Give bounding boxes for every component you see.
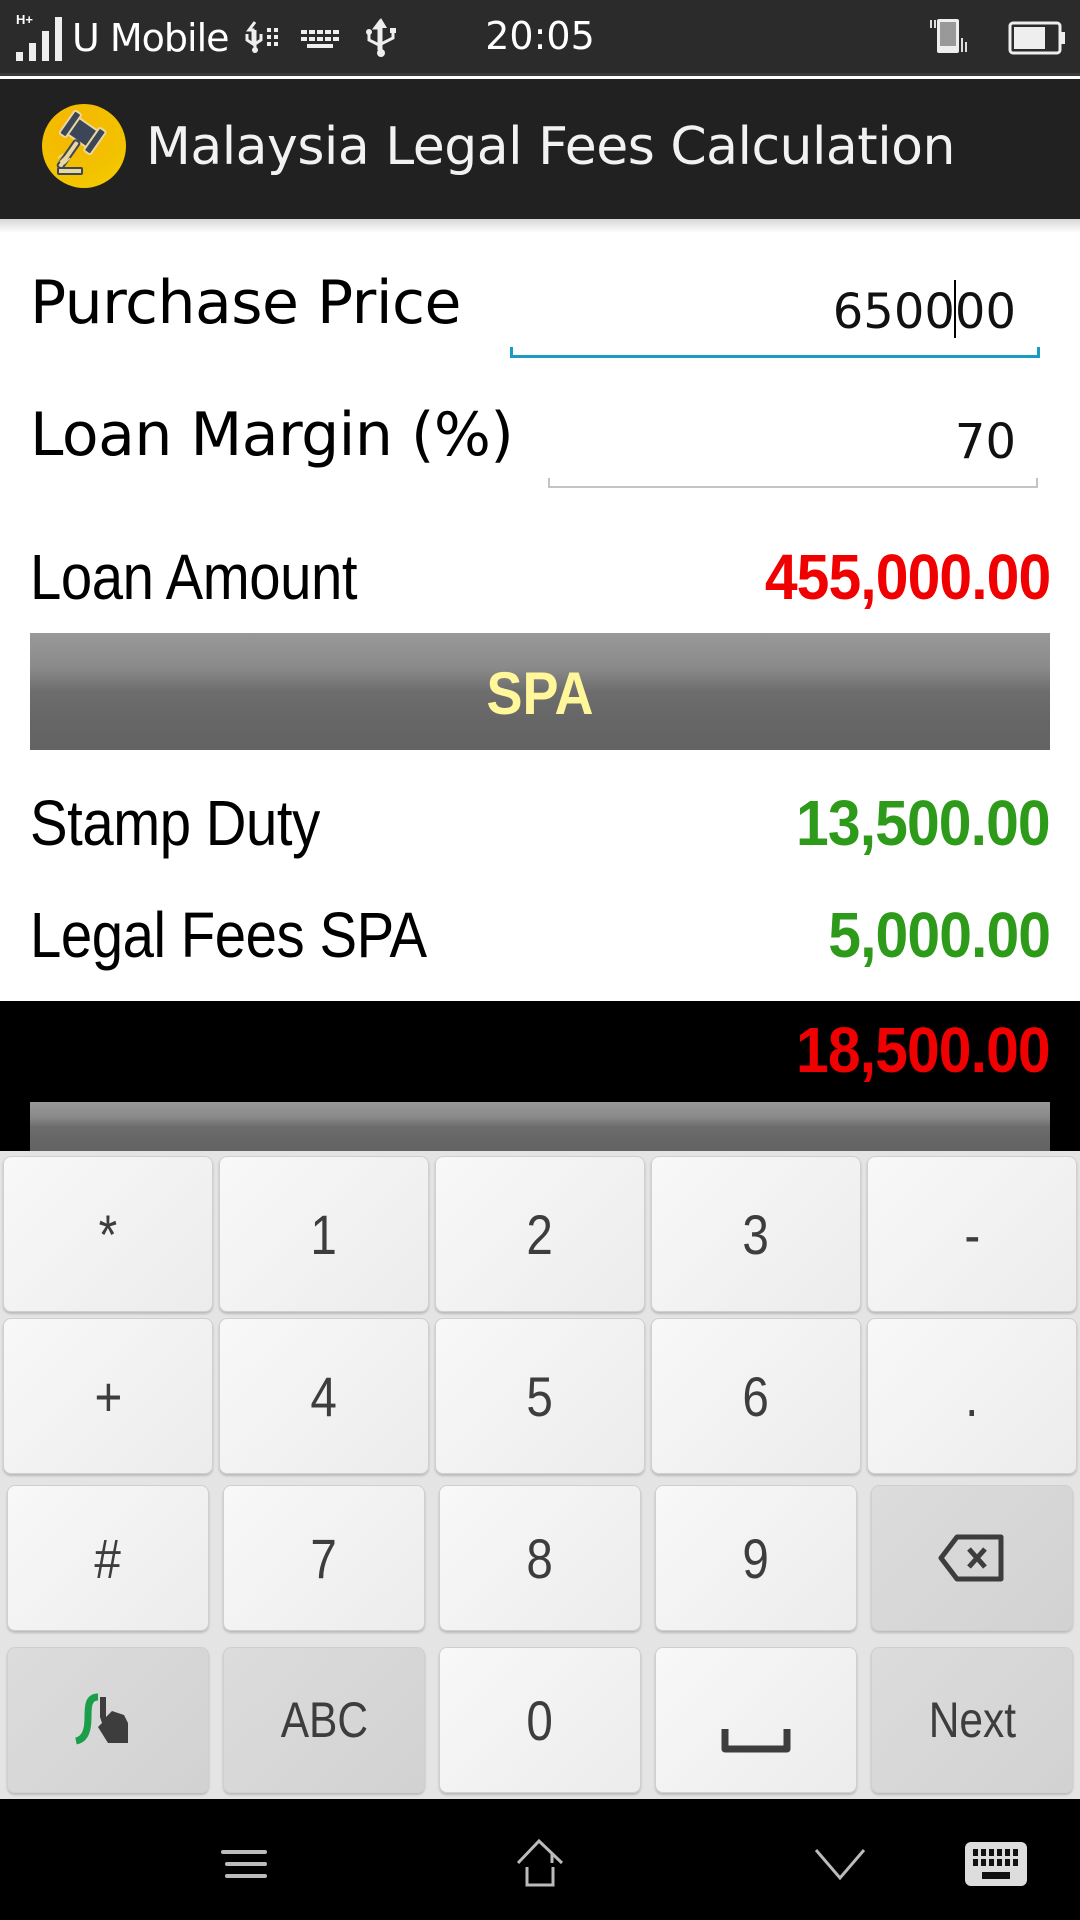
vibrate-icon — [930, 19, 967, 53]
app-bar-shadow — [0, 219, 1080, 233]
input-underline — [548, 478, 1038, 488]
key-minus[interactable]: - — [867, 1156, 1077, 1312]
status-right — [928, 0, 1066, 76]
next-section-header — [30, 1102, 1050, 1151]
purchase-price-input[interactable]: 650000 — [510, 276, 1040, 358]
numeric-keyboard: * 1 2 3 - + 4 5 6 . # 7 8 9 ABC 0 Next — [0, 1151, 1080, 1799]
spa-total-value: 18,500.00 — [796, 1014, 1051, 1086]
home-button[interactable] — [500, 1829, 580, 1899]
app-bar: Malaysia Legal Fees Calculation — [0, 79, 1080, 219]
key-1[interactable]: 1 — [219, 1156, 429, 1312]
spa-total-band: 18,500.00 — [0, 1001, 1080, 1151]
space-bar-icon — [721, 1729, 791, 1753]
swype-icon — [74, 1693, 128, 1745]
home-icon — [516, 1839, 564, 1887]
backspace-icon — [938, 1534, 1004, 1582]
loan-amount-label: Loan Amount — [30, 541, 358, 613]
carrier-name: U Mobile — [72, 16, 230, 60]
key-9[interactable]: 9 — [655, 1485, 857, 1631]
input-underline-focused — [510, 347, 1040, 358]
keyboard-switch-icon — [965, 1842, 1027, 1886]
stamp-duty-value: 13,500.00 — [796, 787, 1051, 859]
hide-keyboard-button[interactable] — [800, 1829, 880, 1899]
key-0[interactable]: 0 — [439, 1647, 641, 1793]
key-plus[interactable]: + — [3, 1318, 213, 1474]
battery-icon — [1008, 21, 1065, 55]
key-2[interactable]: 2 — [435, 1156, 645, 1312]
key-7[interactable]: 7 — [223, 1485, 425, 1631]
key-6[interactable]: 6 — [651, 1318, 861, 1474]
purchase-price-value: 650000 — [833, 280, 1016, 340]
key-8[interactable]: 8 — [439, 1485, 641, 1631]
legal-fees-spa-label: Legal Fees SPA — [30, 899, 427, 971]
key-period[interactable]: . — [867, 1318, 1077, 1474]
key-space[interactable] — [655, 1647, 857, 1793]
navigation-bar — [0, 1799, 1080, 1920]
key-asterisk[interactable]: * — [3, 1156, 213, 1312]
key-5[interactable]: 5 — [435, 1318, 645, 1474]
status-left: H+ U Mobile — [16, 0, 401, 76]
key-4[interactable]: 4 — [219, 1318, 429, 1474]
loan-amount-value: 455,000.00 — [764, 541, 1051, 613]
key-abc[interactable]: ABC — [223, 1647, 425, 1793]
key-3[interactable]: 3 — [651, 1156, 861, 1312]
app-title: Malaysia Legal Fees Calculation — [146, 117, 955, 177]
gavel-icon — [42, 104, 126, 188]
hide-keyboard-icon — [814, 1849, 866, 1881]
spa-section-title: SPA — [486, 660, 594, 727]
network-type: H+ — [16, 12, 33, 27]
key-hash[interactable]: # — [7, 1485, 209, 1631]
menu-button[interactable] — [204, 1829, 284, 1899]
key-backspace[interactable] — [871, 1485, 1073, 1631]
key-swype[interactable] — [7, 1647, 209, 1793]
menu-icon — [221, 1850, 267, 1878]
signal-icon: H+ — [16, 12, 64, 61]
spa-section-header: SPA — [30, 633, 1050, 750]
keyboard-icon — [300, 30, 339, 48]
loan-margin-label: Loan Margin (%) — [30, 400, 514, 470]
stamp-duty-label: Stamp Duty — [30, 787, 320, 859]
loan-margin-input[interactable]: 70 — [548, 410, 1038, 488]
loan-margin-value: 70 — [954, 414, 1016, 470]
status-bar: H+ U Mobile 20:05 — [0, 0, 1080, 76]
purchase-price-label: Purchase Price — [30, 268, 461, 338]
keyboard-switch-button[interactable] — [956, 1829, 1036, 1899]
legal-fees-spa-value: 5,000.00 — [828, 899, 1051, 971]
usb-debug-icon — [245, 21, 278, 53]
usb-icon — [365, 18, 396, 57]
key-next[interactable]: Next — [871, 1647, 1073, 1793]
